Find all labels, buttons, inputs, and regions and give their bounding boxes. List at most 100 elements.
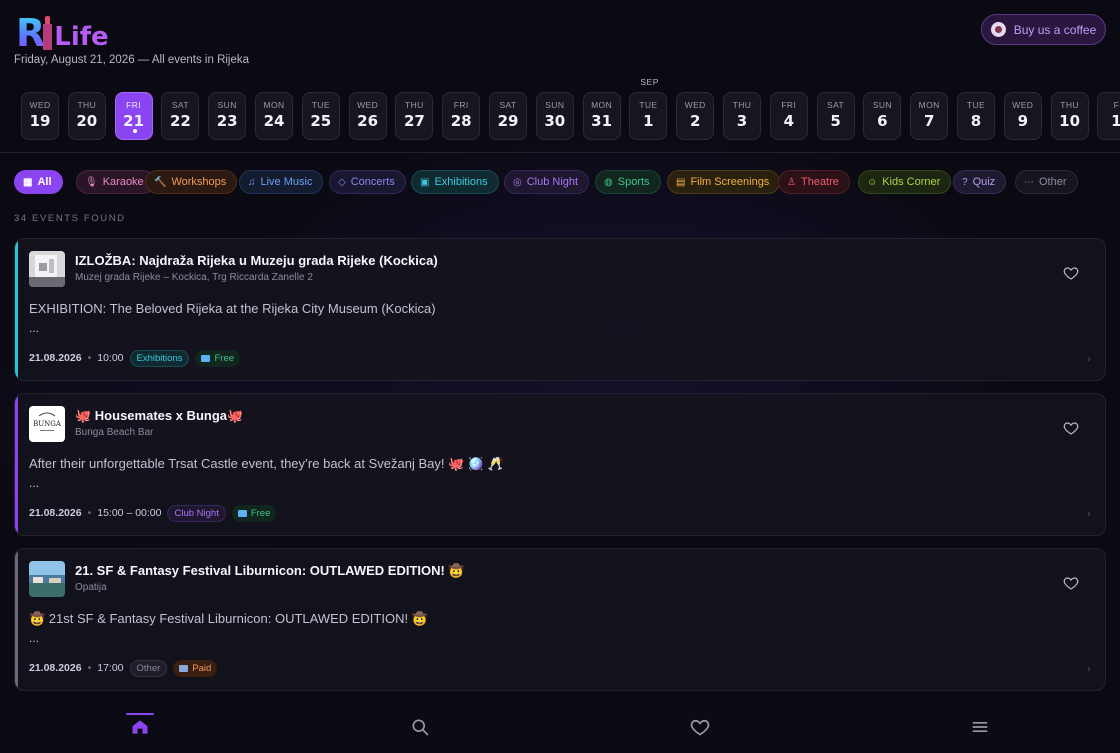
filter-live-music[interactable]: ♫ Live Music [239,170,324,194]
price-label: Paid [192,662,212,674]
event-meta: 21.08.2026 • 10:00 Exhibitions Free [29,349,241,367]
search-icon [410,717,430,741]
date-number: 10 [1059,112,1081,130]
date-number: 3 [736,112,748,130]
favorite-heart-icon[interactable] [1063,575,1079,591]
filter-club-night[interactable]: ◎ Club Night [504,170,590,194]
date-number: 31 [591,112,613,130]
date-wed-9[interactable]: WED 9 [1003,92,1042,140]
date-sat-22[interactable]: SAT 22 [161,92,200,140]
chevron-right-icon: › [1087,509,1091,520]
date-sat-29[interactable]: SAT 29 [489,92,527,140]
date-sun-23[interactable]: SUN 23 [208,92,247,140]
filter-quiz[interactable]: ? Quiz [953,170,1007,194]
filter-workshops[interactable]: 🔨 Workshops [145,170,238,194]
date-weekday: THU [1060,100,1079,110]
menu-icon [970,717,990,741]
event-title[interactable]: 21. SF & Fantasy Festival Liburnicon: OU… [75,563,465,579]
app-logo[interactable]: R Life [16,10,109,52]
date-tue-25[interactable]: TUE 25 [301,92,340,140]
filter-all[interactable]: ▦ All [14,170,63,194]
event-meta: 21.08.2026 • 15:00 – 00:00 Club Night Free [29,504,277,522]
chevron-right-icon: › [1087,354,1091,365]
date-wed-26[interactable]: WED 26 [348,92,387,140]
date-number: 9 [1017,112,1029,130]
date-weekday: FRI [126,100,142,110]
event-card[interactable]: IZLOŽBA: Najdraža Rijeka u Muzeju grada … [14,238,1106,381]
filter-label: Kids Corner [882,176,941,188]
filter-label: Karaoke [102,176,144,188]
date-wed-19[interactable]: WED 19 [21,92,59,140]
date-weekday: THU [77,100,97,110]
favorite-heart-icon[interactable] [1063,420,1079,436]
date-wed-2[interactable]: WED 2 [676,92,715,140]
date-tue-1[interactable]: TUE 1 [629,92,668,140]
filter-kids-corner[interactable]: ☺ Kids Corner [858,170,952,194]
date-thu-3[interactable]: THU 3 [723,92,761,140]
event-description: EXHIBITION: The Beloved Rijeka at the Ri… [29,301,436,316]
date-sun-6[interactable]: SUN 6 [863,92,902,140]
event-title[interactable]: 🐙 Housemates x Bunga🐙 [75,408,243,424]
heart-icon [690,717,710,741]
event-card[interactable]: 21. SF & Fantasy Festival Liburnicon: OU… [14,548,1106,691]
date-weekday: FRI [453,100,469,110]
film-icon: ▤ [676,176,686,188]
nav-search[interactable] [380,700,460,753]
event-venue: Muzej grada Rijeke – Kockica, Trg Riccar… [75,272,313,283]
date-number: 27 [403,112,425,130]
date-thu-27[interactable]: THU 27 [395,92,434,140]
event-description: 🤠 21st SF & Fantasy Festival Liburnicon:… [29,611,428,626]
date-fri-4[interactable]: FRI 4 [769,92,808,140]
filter-sports[interactable]: ◍ Sports [595,170,661,194]
filter-label: Theatre [800,176,839,188]
date-thu-20[interactable]: THU 20 [67,92,106,140]
nav-home[interactable] [100,700,180,753]
date-mon-31[interactable]: MON 31 [582,92,621,140]
filter-film-screenings[interactable]: ▤ Film Screenings [667,170,781,194]
date-sun-30[interactable]: SUN 30 [535,92,574,140]
filter-exhibitions[interactable]: ▣ Exhibitions [411,170,499,194]
date-tue-8[interactable]: TUE 8 [957,92,995,140]
filter-concerts[interactable]: ◇ Concerts [329,170,406,194]
hammer-icon: 🔨 [154,176,167,188]
date-weekday: WED [684,100,706,110]
date-mon-7[interactable]: MON 7 [910,92,949,140]
category-accent-bar [15,239,18,380]
event-card[interactable]: BUNGA 🐙 Housemates x Bunga🐙 Bunga Beach Ba… [14,393,1106,536]
music-note-icon: ♫ [248,176,256,188]
favorite-heart-icon[interactable] [1063,265,1079,281]
svg-text:BUNGA: BUNGA [33,420,62,428]
date-thu-10[interactable]: THU 10 [1050,92,1089,140]
page-subtitle: Friday, August 21, 2026 — All events in … [14,54,250,66]
price-badge: Free [195,349,241,367]
date-mon-24[interactable]: MON 24 [255,92,293,140]
date-weekday: FRI [781,100,797,110]
date-fri-21[interactable]: FRI 21 [114,92,153,140]
buy-coffee-button[interactable]: Buy us a coffee [981,14,1106,45]
category-badge: Other [129,659,168,677]
nav-menu[interactable] [940,700,1020,753]
event-title[interactable]: IZLOŽBA: Najdraža Rijeka u Muzeju grada … [75,253,438,268]
image-icon: ▣ [420,176,430,188]
filter-other[interactable]: ⋯ Other [1015,170,1078,194]
price-badge: Free [231,504,277,522]
date-weekday: MON [591,100,613,110]
mask-icon: ♙ [787,176,796,188]
logo-letter: R [16,11,46,55]
filter-karaoke[interactable]: 🎙 Karaoke [76,170,155,194]
date-weekday: WED [1012,100,1034,110]
date-sat-5[interactable]: SAT 5 [816,92,855,140]
filter-label: Exhibitions [434,176,488,188]
logo-word: Life [54,22,109,52]
meta-separator: • [87,507,92,519]
nav-favorites[interactable] [660,700,740,753]
event-thumbnail [29,561,65,597]
filter-label: Concerts [350,176,395,188]
dots-icon: ⋯ [1024,176,1034,188]
filter-theatre[interactable]: ♙ Theatre [778,170,850,194]
date-f-1[interactable]: F1 [1097,92,1120,140]
date-fri-28[interactable]: FRI 28 [442,92,481,140]
date-number: 28 [450,112,472,130]
date-number: 22 [169,112,191,130]
date-number: 30 [544,112,566,130]
